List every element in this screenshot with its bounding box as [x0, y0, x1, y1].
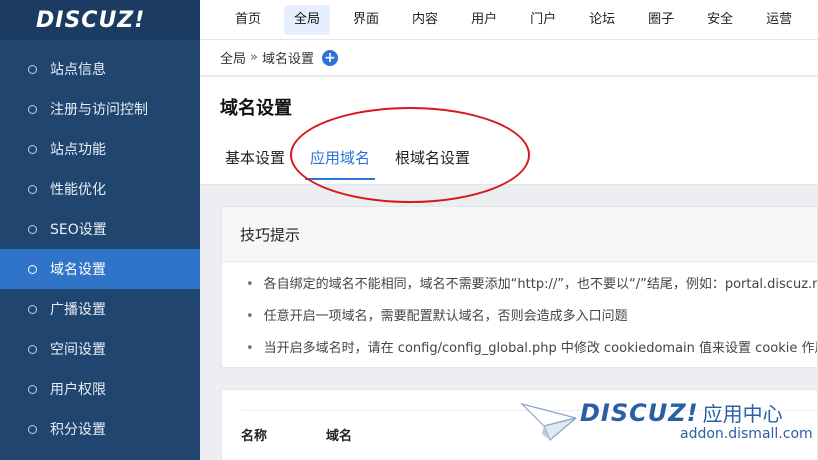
app-root: DISCUZ! 站点信息 注册与访问控制 站点功能 性能优化 SEO设置 域名设… — [0, 0, 818, 460]
breadcrumb: 全局 » 域名设置 + — [200, 40, 818, 76]
sidebar-item-label: 空间设置 — [50, 342, 106, 358]
logo[interactable]: DISCUZ! — [0, 0, 200, 40]
tip-item: • 任意开启一项域名，需要配置默认域名，否则会造成多入口问题 — [246, 307, 817, 339]
nav-tab-interface[interactable]: 界面 — [343, 5, 389, 35]
sidebar-item-label: 积分设置 — [50, 422, 106, 438]
tips-list: • 各自绑定的域名不能相同，域名不需要添加“http://”，也不要以“/”结尾，… — [222, 262, 817, 371]
nav-tab-home[interactable]: 首页 — [225, 5, 271, 35]
sidebar-item-label: 注册与访问控制 — [50, 102, 148, 118]
nav-tab-global[interactable]: 全局 — [284, 4, 331, 35]
tab-root-domain[interactable]: 根域名设置 — [395, 147, 470, 180]
sidebar-item-site-info[interactable]: 站点信息 — [0, 49, 200, 89]
sidebar-item-label: 广播设置 — [50, 302, 106, 318]
tip-text: 当开启多域名时，请在 config/config_global.php 中修改 … — [263, 341, 817, 356]
circle-icon — [28, 304, 37, 314]
top-nav: 首页 全局 界面 内容 用户 门户 论坛 圈子 安全 运营 — [200, 0, 818, 40]
sidebar-item-broadcast[interactable]: 广播设置 — [0, 289, 200, 329]
circle-icon — [28, 424, 37, 434]
sidebar-item-performance[interactable]: 性能优化 — [0, 169, 200, 209]
breadcrumb-current: 域名设置 — [261, 52, 314, 67]
circle-icon — [28, 144, 37, 154]
page-title: 域名设置 — [220, 98, 292, 119]
sub-tabs: 基本设置 应用域名 根域名设置 — [225, 147, 495, 180]
nav-tab-users[interactable]: 用户 — [461, 5, 507, 35]
sidebar-item-label: 站点信息 — [50, 62, 106, 78]
column-header-name: 名称 — [241, 429, 268, 444]
plus-icon[interactable]: + — [322, 49, 338, 66]
sidebar-item-label: 域名设置 — [50, 262, 106, 278]
nav-tab-content[interactable]: 内容 — [402, 5, 448, 35]
circle-icon — [28, 104, 37, 114]
tip-text: 各自绑定的域名不能相同，域名不需要添加“http://”，也不要以“/”结尾，例… — [263, 277, 817, 292]
tip-item: • 各自绑定的域名不能相同，域名不需要添加“http://”，也不要以“/”结尾，… — [246, 275, 817, 307]
breadcrumb-separator: » — [250, 50, 258, 65]
tip-item: • 当开启多域名时，请在 config/config_global.php 中修改… — [246, 339, 817, 371]
tip-text: 任意开启一项域名，需要配置默认域名，否则会造成多入口问题 — [263, 309, 628, 324]
circle-icon — [28, 184, 37, 194]
nav-tab-security[interactable]: 安全 — [697, 5, 743, 35]
sidebar-item-space[interactable]: 空间设置 — [0, 329, 200, 369]
nav-tab-forum[interactable]: 论坛 — [579, 5, 625, 35]
sidebar-item-domain[interactable]: 域名设置 — [0, 249, 200, 289]
nav-tab-groups[interactable]: 圈子 — [638, 5, 684, 35]
column-header-domain: 域名 — [326, 429, 353, 444]
tab-app-domain[interactable]: 应用域名 — [305, 147, 376, 180]
sidebar: DISCUZ! 站点信息 注册与访问控制 站点功能 性能优化 SEO设置 域名设… — [0, 0, 200, 460]
logo-text: DISCUZ! — [36, 7, 146, 33]
nav-tab-operations[interactable]: 运营 — [756, 5, 802, 35]
breadcrumb-root[interactable]: 全局 — [220, 48, 246, 67]
circle-icon — [28, 264, 37, 274]
sidebar-item-label: 用户权限 — [50, 382, 106, 398]
bullet-icon: • — [246, 277, 254, 292]
sidebar-item-register-access[interactable]: 注册与访问控制 — [0, 89, 200, 129]
domain-table: 名称 域名 — [221, 389, 818, 460]
sidebar-item-label: SEO设置 — [50, 222, 107, 238]
page-header: 域名设置 基本设置 应用域名 根域名设置 — [200, 77, 818, 185]
bullet-icon: • — [246, 341, 254, 356]
sidebar-item-label: 性能优化 — [50, 182, 106, 198]
circle-icon — [28, 224, 37, 234]
circle-icon — [28, 384, 37, 394]
sidebar-item-site-features[interactable]: 站点功能 — [0, 129, 200, 169]
sidebar-item-seo[interactable]: SEO设置 — [0, 209, 200, 249]
sidebar-menu: 站点信息 注册与访问控制 站点功能 性能优化 SEO设置 域名设置 广播设置 空… — [0, 49, 200, 449]
sidebar-item-credits[interactable]: 积分设置 — [0, 409, 200, 449]
circle-icon — [28, 64, 37, 74]
tips-title: 技巧提示 — [222, 207, 817, 262]
sidebar-item-label: 站点功能 — [50, 142, 106, 158]
table-divider — [241, 410, 818, 411]
tips-panel: 技巧提示 • 各自绑定的域名不能相同，域名不需要添加“http://”，也不要以“… — [221, 206, 818, 368]
tab-basic-settings[interactable]: 基本设置 — [225, 147, 285, 180]
sidebar-item-permissions[interactable]: 用户权限 — [0, 369, 200, 409]
nav-tab-portal[interactable]: 门户 — [520, 5, 566, 35]
circle-icon — [28, 344, 37, 354]
bullet-icon: • — [246, 309, 254, 324]
